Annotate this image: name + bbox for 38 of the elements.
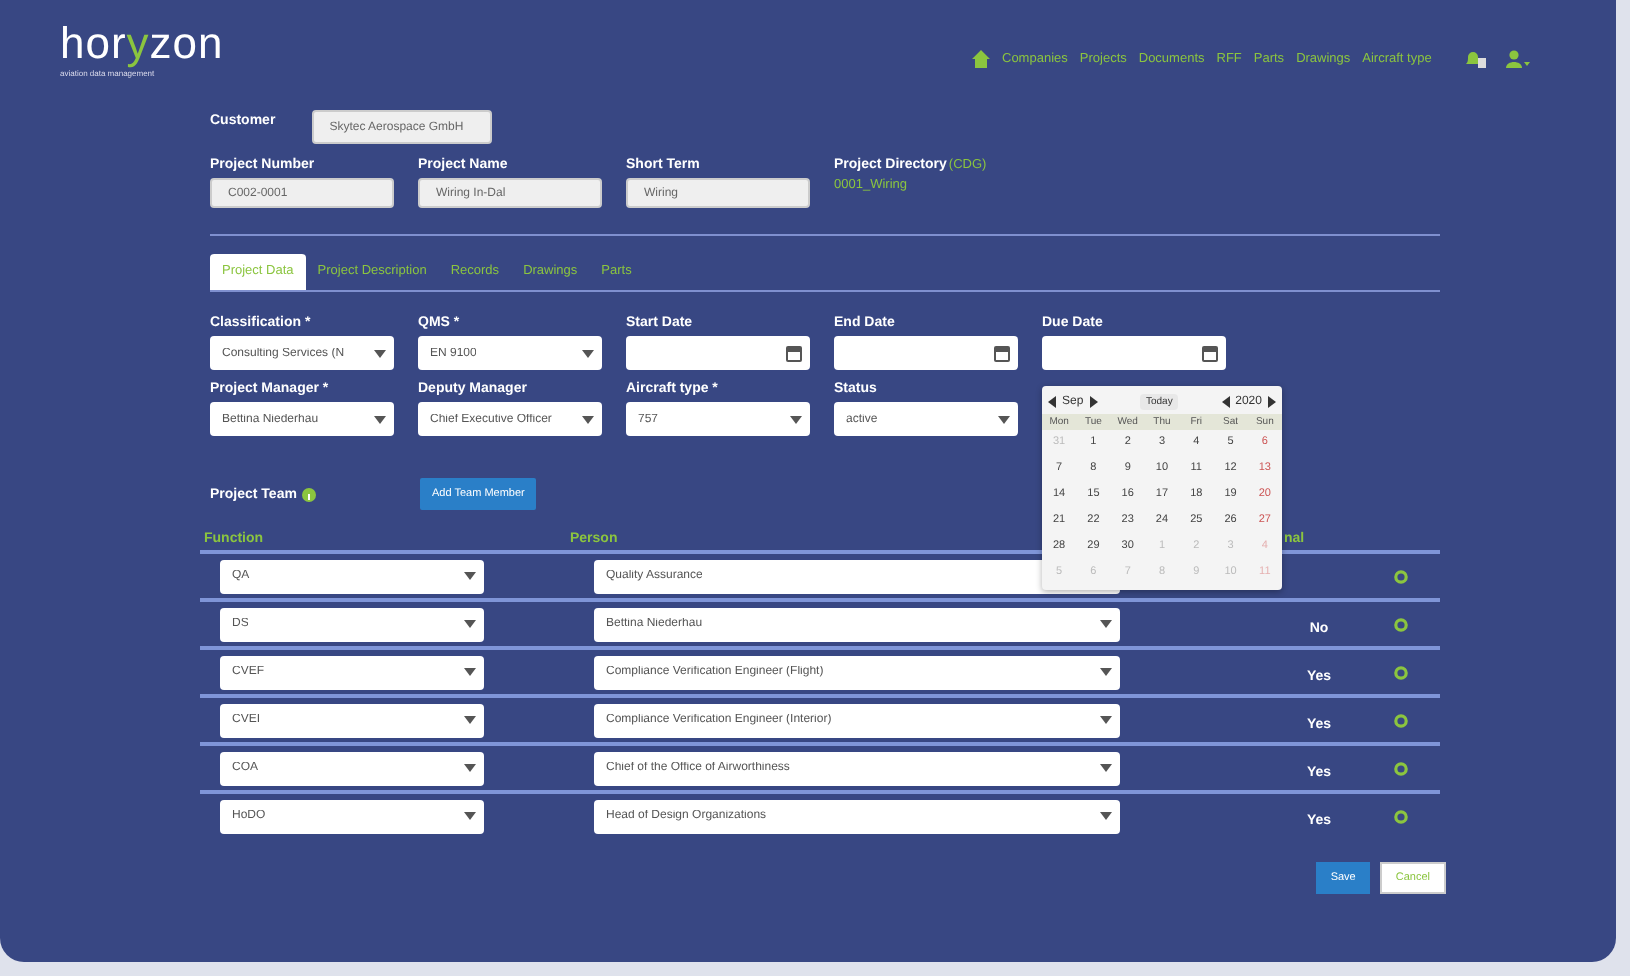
prev-arrow-icon bbox=[1048, 396, 1056, 408]
ring-icon bbox=[1394, 713, 1408, 727]
caret-icon bbox=[374, 415, 386, 423]
calendar-icon bbox=[786, 345, 802, 361]
home-icon bbox=[972, 50, 990, 68]
caret-icon bbox=[1100, 668, 1112, 676]
ring-icon bbox=[1394, 809, 1408, 823]
caret-icon bbox=[374, 349, 386, 357]
logo: horyzon bbox=[60, 20, 224, 68]
next-arrow-icon bbox=[1089, 396, 1098, 408]
ring-icon bbox=[1394, 569, 1408, 583]
next-arrow-icon bbox=[1267, 396, 1276, 408]
date-field[interactable] bbox=[1042, 336, 1226, 370]
caret-icon bbox=[1100, 764, 1112, 772]
caret-icon bbox=[1100, 716, 1112, 724]
ring-icon bbox=[1394, 761, 1408, 775]
date-field[interactable] bbox=[834, 336, 1018, 370]
caret-icon bbox=[998, 415, 1010, 423]
user-icon bbox=[1505, 50, 1530, 68]
caret-icon bbox=[464, 812, 476, 820]
caret-icon bbox=[1100, 812, 1112, 820]
caret-icon bbox=[464, 716, 476, 724]
date-field[interactable] bbox=[626, 336, 810, 370]
prev-arrow-icon bbox=[1221, 396, 1230, 408]
caret-icon bbox=[464, 572, 476, 580]
ring-icon bbox=[1394, 665, 1408, 679]
ring-icon bbox=[1394, 617, 1408, 631]
info-icon bbox=[302, 487, 317, 501]
bell-icon bbox=[1463, 50, 1486, 68]
caret-icon bbox=[464, 668, 476, 676]
caret-icon bbox=[582, 349, 594, 357]
caret-icon bbox=[464, 620, 476, 628]
calendar-icon bbox=[994, 345, 1010, 361]
caret-icon bbox=[464, 764, 476, 772]
caret-icon bbox=[1100, 620, 1112, 628]
caret-icon bbox=[790, 415, 802, 423]
caret-icon bbox=[582, 415, 594, 423]
calendar-icon bbox=[1202, 345, 1218, 361]
